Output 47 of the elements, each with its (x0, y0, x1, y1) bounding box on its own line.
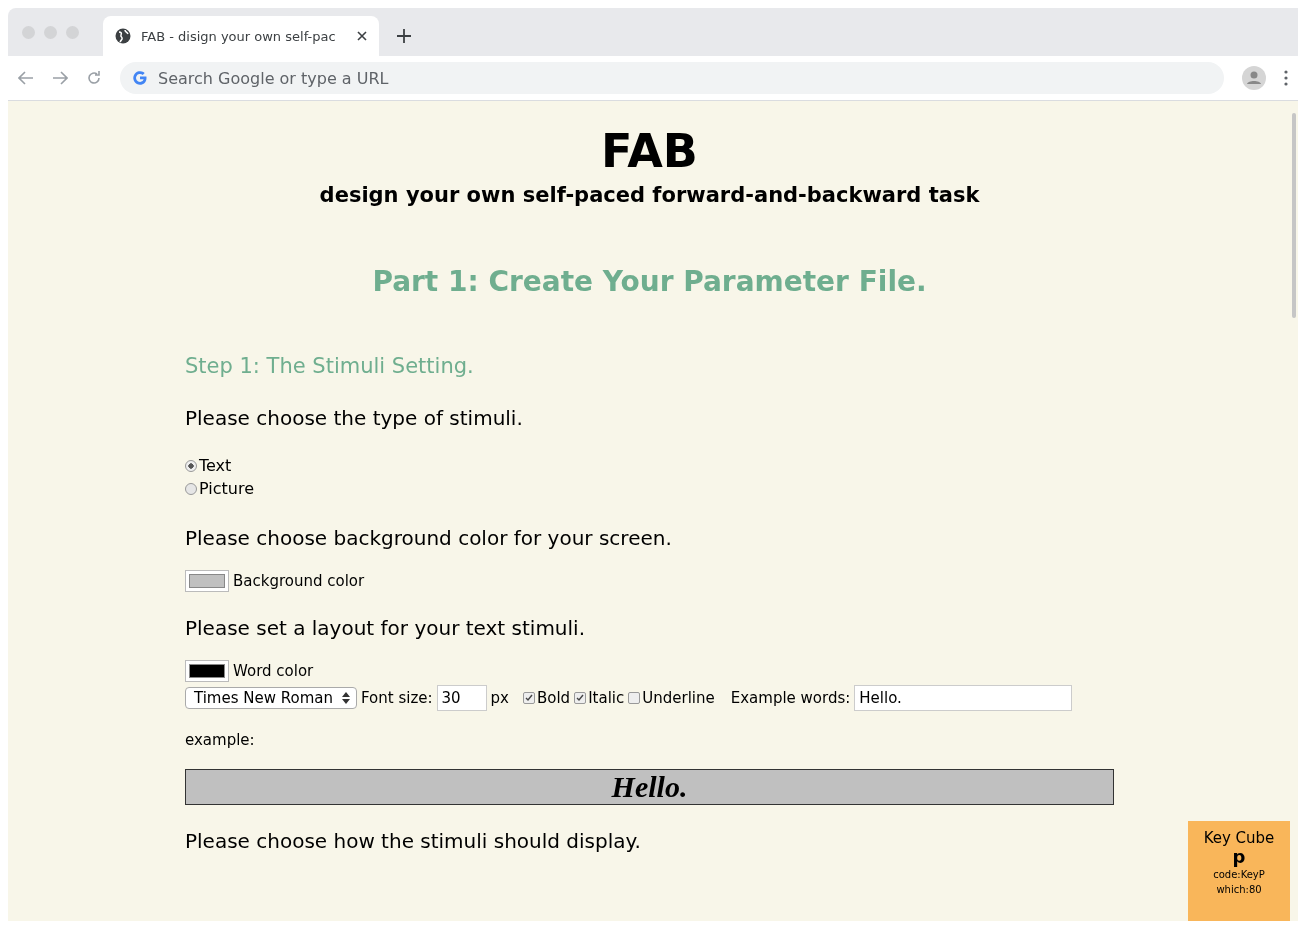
question-text: Please choose the type of stimuli. (185, 406, 524, 430)
part-heading: Part 1: Create Your Parameter File. (371, 265, 928, 298)
close-icon[interactable] (357, 31, 367, 41)
address-bar[interactable]: Search Google or type a URL (120, 62, 1224, 94)
unit-label: px (490, 689, 509, 707)
checkbox-icon[interactable] (523, 692, 535, 704)
stimuli-radio-option[interactable]: Text (185, 454, 1114, 477)
page-subtitle: design your own self-paced forward-and-backward task (318, 183, 981, 207)
font-size-field[interactable]: 30 (436, 685, 487, 711)
step-heading: Step 1: The Stimuli Setting. (185, 354, 475, 378)
example-words-field[interactable]: Hello. (854, 685, 1073, 711)
key-cube-which: which:80 (1216, 883, 1262, 897)
style-checkbox-option[interactable]: Bold (523, 689, 571, 707)
field-label: Font size: (361, 689, 433, 707)
page-title: FAB (600, 123, 699, 179)
style-checkbox-option[interactable]: Italic (574, 689, 625, 707)
reload-icon[interactable] (86, 70, 102, 86)
new-tab-icon[interactable] (397, 29, 411, 43)
key-cube-code: code:KeyP (1213, 868, 1265, 882)
field-label: Example words: (730, 689, 851, 707)
question-text: Please choose how the stimuli should display. (185, 829, 642, 853)
browser-tab[interactable]: FAB - disign your own self-pac (103, 16, 379, 56)
stimuli-radio-option[interactable]: Picture (185, 477, 1114, 500)
checkbox-icon[interactable] (574, 692, 587, 704)
scrollbar-thumb[interactable] (1292, 113, 1296, 318)
font-select[interactable]: Times New Roman (185, 687, 357, 709)
google-icon (132, 70, 148, 86)
radio-icon[interactable] (185, 482, 197, 495)
preview-text: Hello. (611, 770, 688, 804)
menu-icon[interactable] (1284, 70, 1288, 86)
question-text: Please choose background color for your screen. (185, 526, 673, 550)
checkbox-icon[interactable] (628, 692, 641, 704)
field-label: Word color (233, 662, 314, 680)
forward-icon[interactable] (52, 71, 68, 85)
radio-icon[interactable] (185, 459, 197, 472)
address-placeholder: Search Google or type a URL (158, 68, 389, 88)
field-label: Background color (233, 572, 365, 590)
profile-icon[interactable] (1242, 66, 1266, 90)
back-icon[interactable] (18, 71, 34, 85)
example-label: example: (185, 731, 255, 749)
key-cube-key: p (1232, 847, 1246, 867)
key-cube-title: Key Cube (1203, 829, 1275, 847)
style-checkbox-option[interactable]: Underline (628, 689, 715, 707)
tab-title: FAB - disign your own self-pac (141, 28, 337, 44)
globe-icon (115, 28, 131, 44)
question-text: Please set a layout for your text stimuli. (185, 616, 587, 640)
dropdown-arrows-icon (342, 692, 350, 704)
